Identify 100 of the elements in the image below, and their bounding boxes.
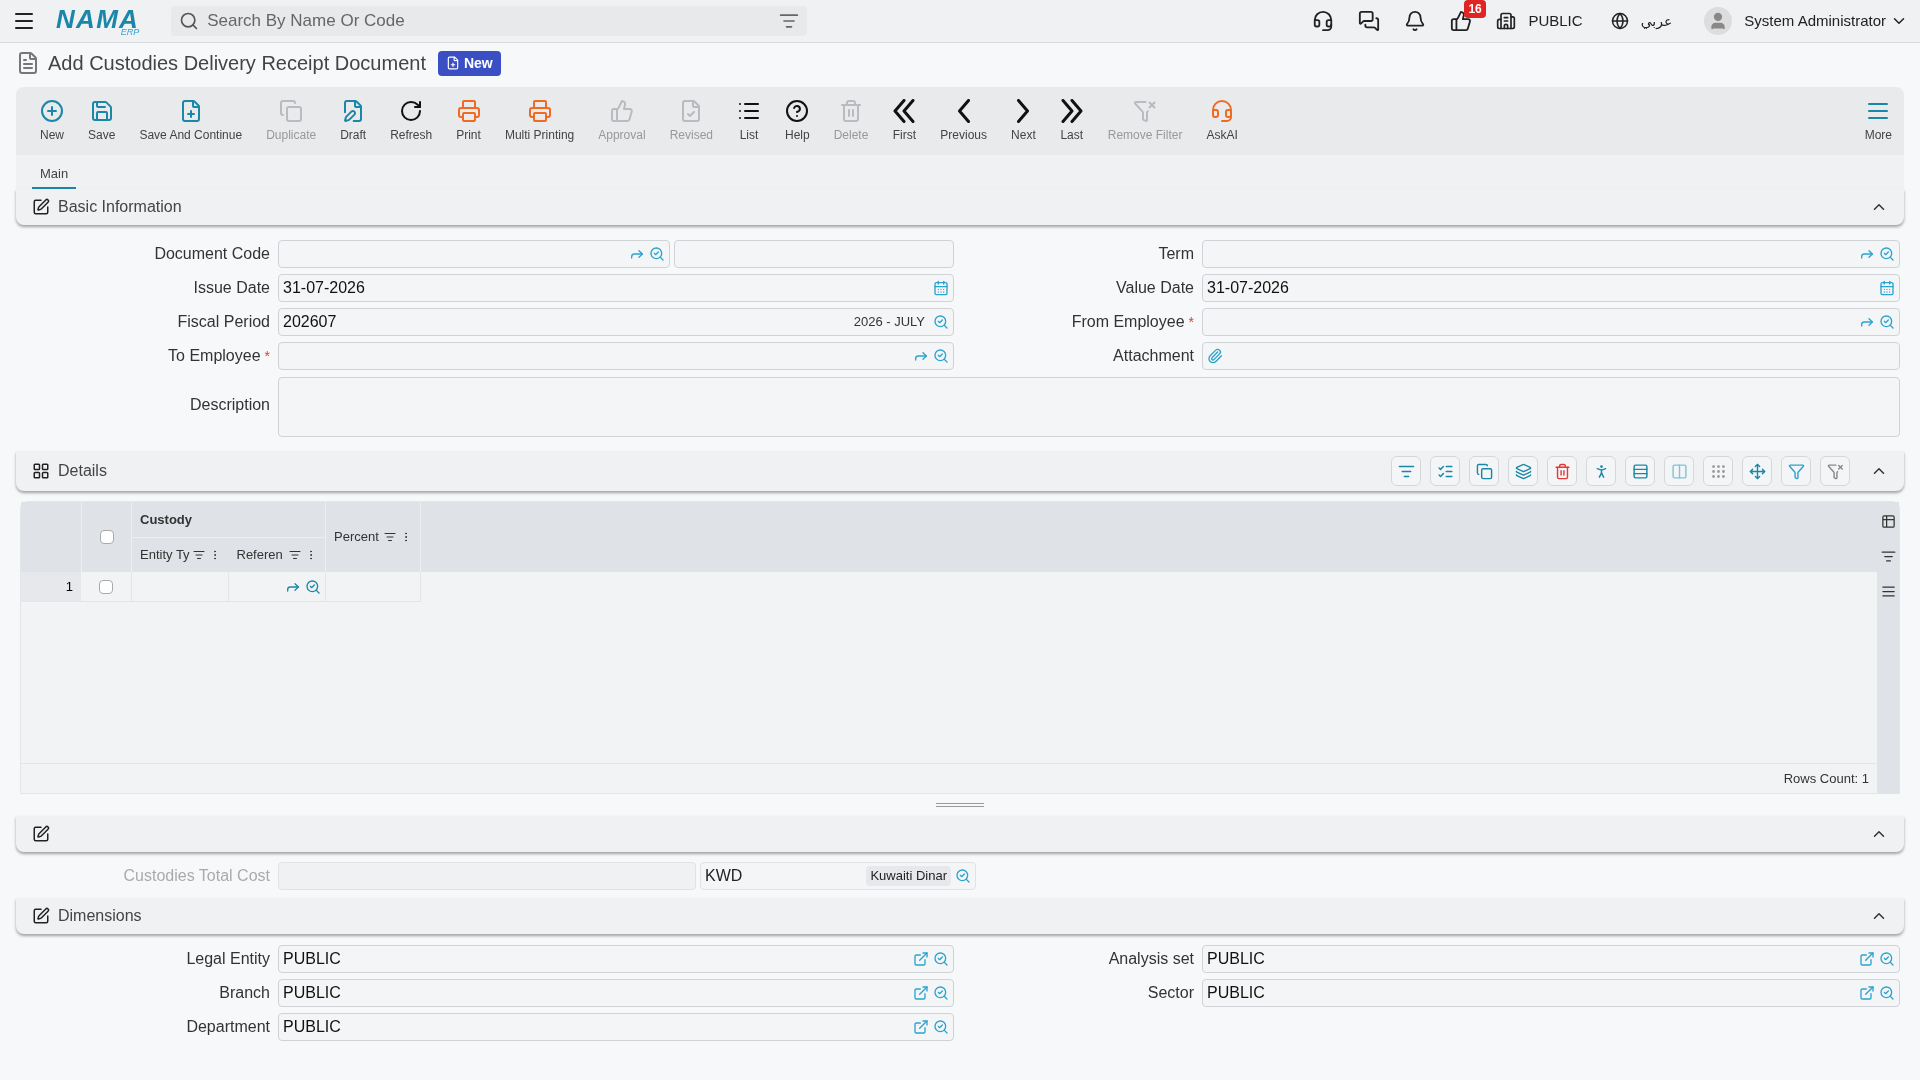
calendar-icon[interactable]: [933, 280, 949, 296]
document-icon: [16, 51, 40, 75]
chat-icon[interactable]: [1358, 10, 1381, 32]
search-icon[interactable]: [1879, 985, 1895, 1001]
input-field[interactable]: PUBLIC: [1202, 945, 1900, 973]
rows-button[interactable]: [1625, 456, 1655, 486]
move-icon: [1748, 462, 1766, 480]
row-checkbox[interactable]: [99, 579, 113, 594]
search-icon[interactable]: [933, 348, 949, 364]
external-link-icon[interactable]: [1859, 985, 1875, 1001]
search-icon[interactable]: [933, 314, 949, 330]
menu-icon[interactable]: [1880, 584, 1896, 599]
input-field[interactable]: PUBLIC: [278, 979, 954, 1007]
paperclip-icon[interactable]: [1207, 348, 1223, 364]
currency-field[interactable]: KWD Kuwaiti Dinar: [700, 862, 976, 890]
input-field[interactable]: 31-07-2026: [278, 274, 954, 302]
search-icon[interactable]: [1879, 314, 1895, 330]
help-icon: [785, 98, 810, 123]
toolbar-button[interactable]: Refresh: [378, 98, 445, 144]
input-field[interactable]: PUBLIC: [1202, 979, 1900, 1007]
filter-button[interactable]: [1781, 456, 1811, 486]
printer-icon: [527, 98, 552, 123]
checkbox[interactable]: [99, 530, 114, 544]
input-field[interactable]: [278, 342, 954, 370]
filter-off-button[interactable]: [1820, 456, 1850, 486]
external-link-icon[interactable]: [913, 1019, 929, 1035]
input-field[interactable]: [278, 240, 670, 268]
dots-button[interactable]: [1703, 456, 1733, 486]
trash-icon: [839, 98, 863, 123]
status-text: New: [463, 53, 493, 73]
field-value: PUBLIC: [1207, 949, 1266, 969]
toolbar-button[interactable]: Multi Printing: [492, 98, 587, 144]
move-button[interactable]: [1742, 456, 1772, 486]
search-input[interactable]: Search By Name Or Code: [207, 8, 772, 34]
company-name[interactable]: PUBLIC: [1528, 9, 1583, 33]
search-icon[interactable]: [649, 246, 665, 262]
input-field[interactable]: 31-07-2026: [1202, 274, 1900, 302]
filter-icon[interactable]: [779, 11, 800, 31]
section-header[interactable]: Basic Information: [16, 189, 1904, 225]
toolbar-button[interactable]: List: [725, 98, 773, 144]
input-field[interactable]: [674, 240, 954, 268]
toolbar-button[interactable]: Print: [444, 98, 493, 144]
input-field[interactable]: PUBLIC: [278, 945, 954, 973]
more-button[interactable]: More: [1864, 98, 1892, 144]
trash-button[interactable]: [1547, 456, 1577, 486]
search-icon[interactable]: [1879, 951, 1895, 967]
period-name: 2026 - JULY: [852, 313, 926, 332]
section-header[interactable]: Details: [16, 451, 1904, 491]
field-label: Fiscal Period: [177, 312, 270, 332]
external-link-icon[interactable]: [913, 951, 929, 967]
input-field[interactable]: [1202, 240, 1900, 268]
toolbar-button[interactable]: Save: [76, 98, 128, 144]
toolbar-button[interactable]: First: [880, 98, 929, 144]
toolbar-button[interactable]: Next: [999, 98, 1048, 144]
resize-handle[interactable]: [936, 803, 984, 807]
layers-button[interactable]: [1508, 456, 1538, 486]
section-header[interactable]: Dimensions: [16, 898, 1904, 934]
headset-icon[interactable]: [1312, 10, 1335, 32]
input-field[interactable]: [1202, 308, 1900, 336]
filter-icon[interactable]: [289, 549, 301, 561]
external-link-icon[interactable]: [913, 985, 929, 1001]
search-icon[interactable]: [1879, 246, 1895, 262]
search-icon[interactable]: [933, 985, 949, 1001]
toolbar-button[interactable]: New: [28, 98, 76, 144]
external-link-icon[interactable]: [1859, 951, 1875, 967]
toolbar-button[interactable]: AskAI: [1194, 98, 1250, 144]
avatar[interactable]: [1704, 7, 1733, 35]
copy-button[interactable]: [1469, 456, 1499, 486]
toolbar-button[interactable]: Draft: [328, 98, 379, 144]
toolbar-button[interactable]: Help: [773, 98, 822, 144]
input-field[interactable]: 202607 2026 - JULY: [278, 308, 954, 336]
input-field[interactable]: [1202, 342, 1900, 370]
search-icon[interactable]: [933, 951, 949, 967]
toolbar-button[interactable]: Previous: [928, 98, 1000, 144]
toolbar-button[interactable]: Last: [1047, 98, 1096, 144]
filter-icon[interactable]: [384, 531, 396, 543]
input-field[interactable]: PUBLIC: [278, 1013, 954, 1041]
filter-icon[interactable]: [192, 549, 205, 561]
field-value: 31-07-2026: [1207, 278, 1290, 298]
field-label: Document Code: [154, 244, 270, 264]
building-icon: [1496, 11, 1517, 31]
save-icon: [89, 98, 114, 123]
field-label: From Employee: [1071, 312, 1185, 332]
search-icon[interactable]: [933, 1019, 949, 1035]
search-icon[interactable]: [955, 868, 971, 884]
table-icon[interactable]: [1880, 514, 1896, 529]
column-header[interactable]: Entity Ty: [132, 538, 229, 572]
language-link[interactable]: عربي: [1640, 10, 1673, 32]
search-icon[interactable]: [305, 578, 321, 595]
toolbar-button[interactable]: Save And Continue: [127, 98, 255, 144]
column-header[interactable]: Referen: [228, 538, 325, 572]
search-bar[interactable]: Search By Name Or Code: [171, 6, 808, 36]
filter-icon[interactable]: [1880, 549, 1896, 564]
user-name[interactable]: System Administrator: [1744, 9, 1886, 33]
field-value: PUBLIC: [283, 949, 342, 969]
bell-icon[interactable]: [1404, 10, 1427, 32]
columns-button[interactable]: [1664, 456, 1694, 486]
description-field[interactable]: [278, 377, 1900, 437]
column-header[interactable]: Percent: [325, 502, 421, 572]
calendar-icon[interactable]: [1879, 280, 1895, 296]
